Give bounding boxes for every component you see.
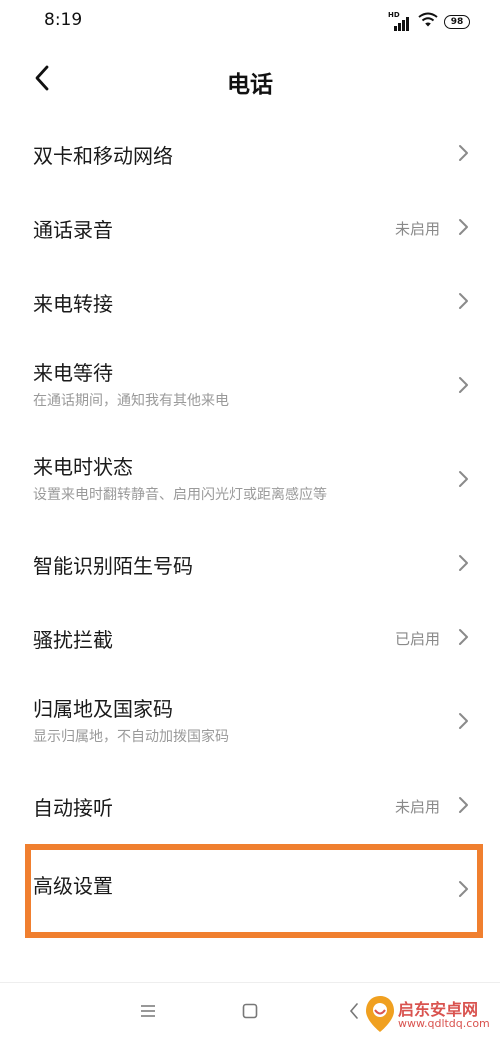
- home-button[interactable]: [238, 1001, 262, 1025]
- page-title: 电话: [227, 72, 273, 98]
- row-subtitle: 设置来电时翻转静音、启用闪光灯或距离感应等: [33, 487, 327, 503]
- row-title: 来电时状态: [33, 455, 133, 479]
- row-title: 来电转接: [33, 292, 113, 316]
- chevron-right-icon: [456, 796, 470, 814]
- status-time: 8:19: [44, 10, 83, 30]
- row-title: 骚扰拦截: [33, 628, 113, 652]
- row-subtitle: 在通话期间，通知我有其他来电: [33, 393, 229, 409]
- header: 电话: [0, 52, 500, 108]
- watermark-logo-icon: [364, 994, 396, 1038]
- chevron-right-icon: [456, 880, 470, 898]
- network-label: HD: [388, 11, 400, 19]
- setting-dual-sim-network[interactable]: 双卡和移动网络: [0, 116, 500, 190]
- watermark: 启东安卓网 www.qdltdq.com: [364, 992, 494, 1036]
- setting-incoming-call-state[interactable]: 来电时状态 设置来电时翻转静音、启用闪光灯或距离感应等: [0, 432, 500, 526]
- chevron-right-icon: [456, 218, 470, 236]
- row-title: 智能识别陌生号码: [33, 554, 193, 578]
- chevron-right-icon: [456, 554, 470, 572]
- chevron-right-icon: [456, 628, 470, 646]
- setting-identify-unknown-numbers[interactable]: 智能识别陌生号码: [0, 526, 500, 600]
- menu-icon: [139, 1003, 157, 1023]
- setting-call-forwarding[interactable]: 来电转接: [0, 264, 500, 338]
- status-bar: 8:19 HD 98: [0, 0, 500, 44]
- row-title: 来电等待: [33, 361, 113, 385]
- setting-call-recording[interactable]: 通话录音 未启用: [0, 190, 500, 264]
- chevron-left-icon: [34, 65, 50, 95]
- chevron-right-icon: [456, 144, 470, 162]
- setting-harassment-blocking[interactable]: 骚扰拦截 已启用: [0, 600, 500, 674]
- row-title: 通话录音: [33, 218, 113, 242]
- row-title: 双卡和移动网络: [33, 144, 173, 168]
- chevron-right-icon: [456, 712, 470, 730]
- chevron-right-icon: [456, 292, 470, 310]
- signal-icon: HD: [388, 11, 412, 31]
- status-icons: HD 98: [388, 11, 470, 32]
- row-status: 未启用: [394, 220, 440, 238]
- watermark-url: www.qdltdq.com: [398, 1017, 490, 1030]
- recent-apps-button[interactable]: [136, 1001, 160, 1025]
- setting-call-waiting[interactable]: 来电等待 在通话期间，通知我有其他来电: [0, 338, 500, 432]
- row-title: 高级设置: [33, 874, 113, 898]
- battery-icon: 98: [444, 15, 470, 29]
- home-icon: [241, 1002, 259, 1024]
- setting-caller-location-country-code[interactable]: 归属地及国家码 显示归属地，不自动加拨国家码: [0, 674, 500, 768]
- setting-advanced[interactable]: 高级设置: [0, 842, 500, 936]
- chevron-right-icon: [456, 376, 470, 394]
- setting-auto-answer[interactable]: 自动接听 未启用: [0, 768, 500, 842]
- row-subtitle: 显示归属地，不自动加拨国家码: [33, 729, 229, 745]
- row-title: 归属地及国家码: [33, 697, 173, 721]
- back-icon: [348, 1002, 360, 1024]
- row-title: 自动接听: [33, 796, 113, 820]
- wifi-icon: [418, 12, 438, 32]
- back-button[interactable]: [24, 60, 60, 100]
- nav-back-button[interactable]: [342, 1001, 366, 1025]
- chevron-right-icon: [456, 470, 470, 488]
- row-status: 未启用: [394, 798, 440, 816]
- row-status: 已启用: [394, 630, 440, 648]
- settings-list: 双卡和移动网络 通话录音 未启用 来电转接 来电等待 在通话期间，通知我有其他来…: [0, 116, 500, 936]
